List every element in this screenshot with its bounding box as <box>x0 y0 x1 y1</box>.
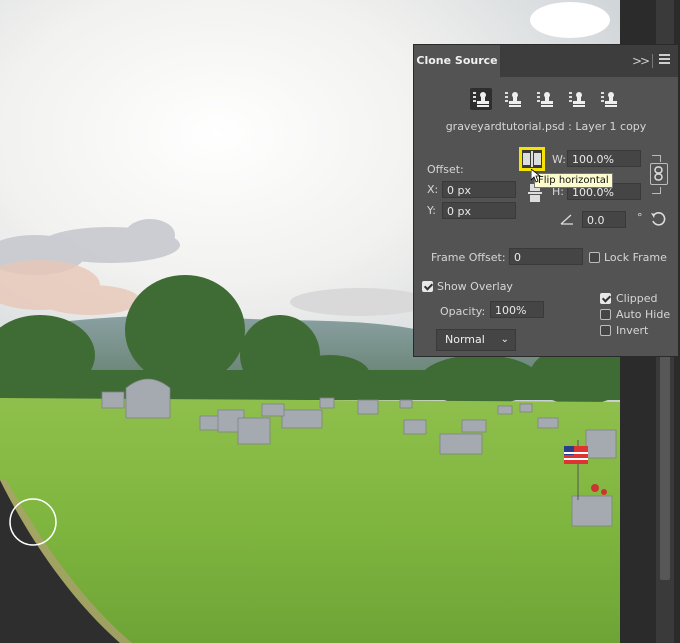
y-label: Y: <box>427 204 436 217</box>
maintain-aspect-ratio-link-icon[interactable] <box>650 163 668 185</box>
clone-source-4-button[interactable] <box>566 88 588 110</box>
panel-tab-bar: Clone Source >> <box>414 45 678 77</box>
reset-transform-icon[interactable] <box>650 211 666 227</box>
clone-stamp-icon <box>537 92 553 107</box>
flip-horizontal-tooltip: Flip horizontal <box>534 173 613 188</box>
show-overlay-label: Show Overlay <box>437 280 513 293</box>
tab-clone-source[interactable]: Clone Source <box>414 45 500 77</box>
auto-hide-checkbox[interactable] <box>600 309 611 320</box>
tab-divider <box>652 54 653 68</box>
blend-mode-dropdown[interactable]: Normal ⌄ <box>436 329 516 351</box>
flip-horizontal-icon <box>523 151 541 167</box>
y-offset-field[interactable]: 0 px <box>442 202 516 219</box>
flip-horizontal-button[interactable] <box>519 147 545 171</box>
x-offset-field[interactable]: 0 px <box>442 181 516 198</box>
offset-label: Offset: <box>427 163 464 176</box>
invert-label: Invert <box>616 324 649 337</box>
lock-frame-label: Lock Frame <box>604 251 667 264</box>
degree-symbol: ° <box>637 211 643 224</box>
blend-mode-value: Normal <box>445 333 485 346</box>
opacity-label: Opacity: <box>440 305 486 318</box>
width-scale-field[interactable]: 100.0% <box>567 150 641 167</box>
clone-source-3-button[interactable] <box>534 88 556 110</box>
rotation-field[interactable]: 0.0 <box>582 211 626 228</box>
clone-stamp-icon <box>505 92 521 107</box>
clone-source-1-button[interactable] <box>470 88 492 110</box>
link-bracket-top <box>652 155 661 162</box>
w-label: W: <box>552 153 566 166</box>
clipped-checkbox[interactable] <box>600 293 611 304</box>
clone-source-5-button[interactable] <box>598 88 620 110</box>
source-name: graveyardtutorial.psd : Layer 1 copy <box>445 120 647 133</box>
collapse-panel-button[interactable]: >> <box>632 54 650 68</box>
rotate-angle-icon <box>560 213 574 225</box>
link-bracket-bottom <box>652 187 661 194</box>
show-overlay-checkbox[interactable] <box>422 281 433 292</box>
clone-stamp-icon <box>601 92 617 107</box>
clipped-label: Clipped <box>616 292 658 305</box>
clone-stamp-icon <box>473 92 489 107</box>
frame-offset-label: Frame Offset: <box>431 251 506 264</box>
chevron-down-icon: ⌄ <box>500 334 509 345</box>
frame-offset-field[interactable]: 0 <box>509 248 583 265</box>
mouse-cursor-icon <box>530 168 542 183</box>
invert-checkbox[interactable] <box>600 325 611 336</box>
clone-stamp-icon <box>569 92 585 107</box>
clone-source-2-button[interactable] <box>502 88 524 110</box>
auto-hide-label: Auto Hide <box>616 308 671 321</box>
lock-frame-checkbox[interactable] <box>589 252 600 263</box>
opacity-field[interactable]: 100% <box>490 301 544 318</box>
panel-menu-icon[interactable] <box>659 54 670 64</box>
clone-source-panel: Clone Source >> graveyardtutorial.psd: … <box>413 44 679 357</box>
x-label: X: <box>427 183 439 196</box>
